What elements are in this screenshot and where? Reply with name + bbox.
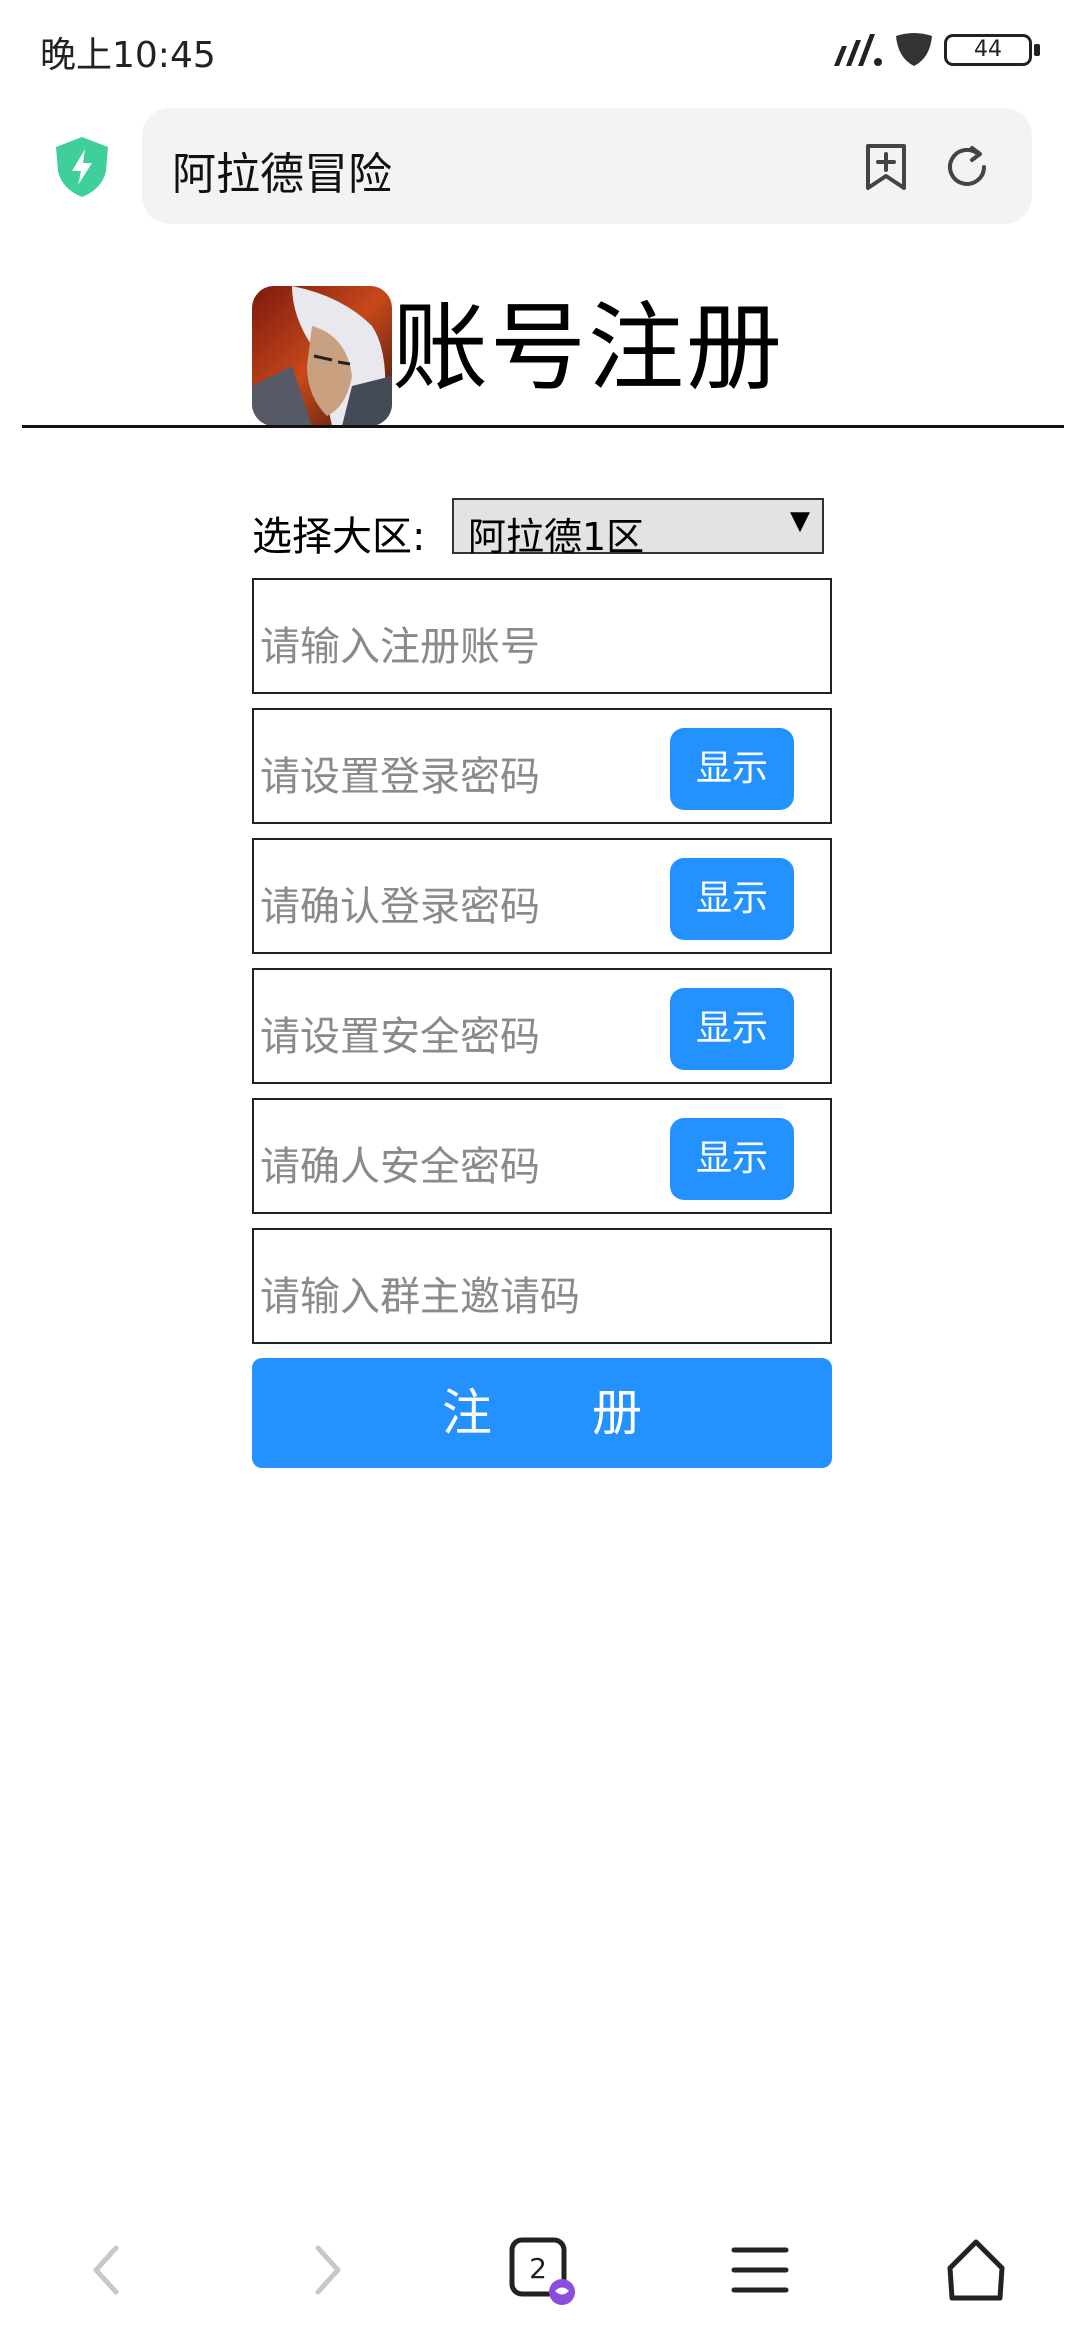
show-login-password-button[interactable]: 显示: [670, 728, 794, 810]
invite-code-input[interactable]: 请输入群主邀请码: [252, 1228, 832, 1344]
shield-bolt-icon[interactable]: [50, 135, 114, 199]
security-password-input[interactable]: 请设置安全密码 显示: [252, 968, 832, 1084]
chevron-down-icon: ▼: [790, 506, 810, 536]
tab-count: 2: [529, 2252, 547, 2285]
account-input-placeholder: 请输入注册账号: [260, 624, 540, 670]
tabs-icon[interactable]: 2: [504, 2234, 576, 2306]
invite-code-placeholder: 请输入群主邀请码: [260, 1274, 580, 1320]
status-bar: 晚上10:45 44: [0, 0, 1080, 100]
account-input[interactable]: 请输入注册账号: [252, 578, 832, 694]
security-password-placeholder: 请设置安全密码: [260, 1014, 540, 1060]
game-logo: [252, 286, 392, 426]
login-password-input[interactable]: 请设置登录密码 显示: [252, 708, 832, 824]
show-security-password-button[interactable]: 显示: [670, 988, 794, 1070]
home-icon[interactable]: [940, 2234, 1012, 2306]
region-select[interactable]: 阿拉德1区 ▼: [452, 498, 824, 559]
battery-icon: 44: [944, 32, 1040, 68]
show-confirm-security-password-button[interactable]: 显示: [670, 1118, 794, 1200]
region-label: 选择大区:: [252, 514, 426, 560]
header-divider: [22, 425, 1064, 428]
region-row: 选择大区: 阿拉德1区 ▼: [252, 490, 832, 560]
signal-icon: [834, 34, 882, 66]
reload-icon[interactable]: [942, 142, 992, 192]
bottom-nav: 2: [0, 2220, 1080, 2320]
region-select-value: 阿拉德1区: [468, 515, 645, 559]
status-icons: 44: [830, 28, 1040, 72]
page-title: 账号注册: [392, 292, 784, 404]
show-confirm-login-password-button[interactable]: 显示: [670, 858, 794, 940]
address-text[interactable]: 阿拉德冒险: [172, 138, 392, 202]
address-bar[interactable]: 阿拉德冒险: [142, 108, 1032, 224]
menu-icon[interactable]: [724, 2234, 796, 2306]
forward-icon[interactable]: [290, 2234, 362, 2306]
bookmark-add-icon[interactable]: [862, 142, 910, 192]
confirm-security-password-placeholder: 请确人安全密码: [260, 1144, 540, 1190]
confirm-login-password-placeholder: 请确认登录密码: [260, 884, 540, 930]
page: 晚上10:45 44 阿拉德冒险 账号注册 选择大区: 阿拉德1区 ▼ 请输入注…: [0, 0, 1080, 2340]
register-button[interactable]: 注 册: [252, 1358, 832, 1468]
browser-bar: 阿拉德冒险: [0, 100, 1080, 240]
shield-status-icon: [896, 33, 932, 66]
status-time: 晚上10:45: [40, 35, 216, 76]
back-icon[interactable]: [72, 2234, 144, 2306]
confirm-login-password-input[interactable]: 请确认登录密码 显示: [252, 838, 832, 954]
confirm-security-password-input[interactable]: 请确人安全密码 显示: [252, 1098, 832, 1214]
login-password-placeholder: 请设置登录密码: [260, 754, 540, 800]
page-header: 账号注册: [0, 280, 1080, 430]
battery-level: 44: [974, 37, 1002, 62]
